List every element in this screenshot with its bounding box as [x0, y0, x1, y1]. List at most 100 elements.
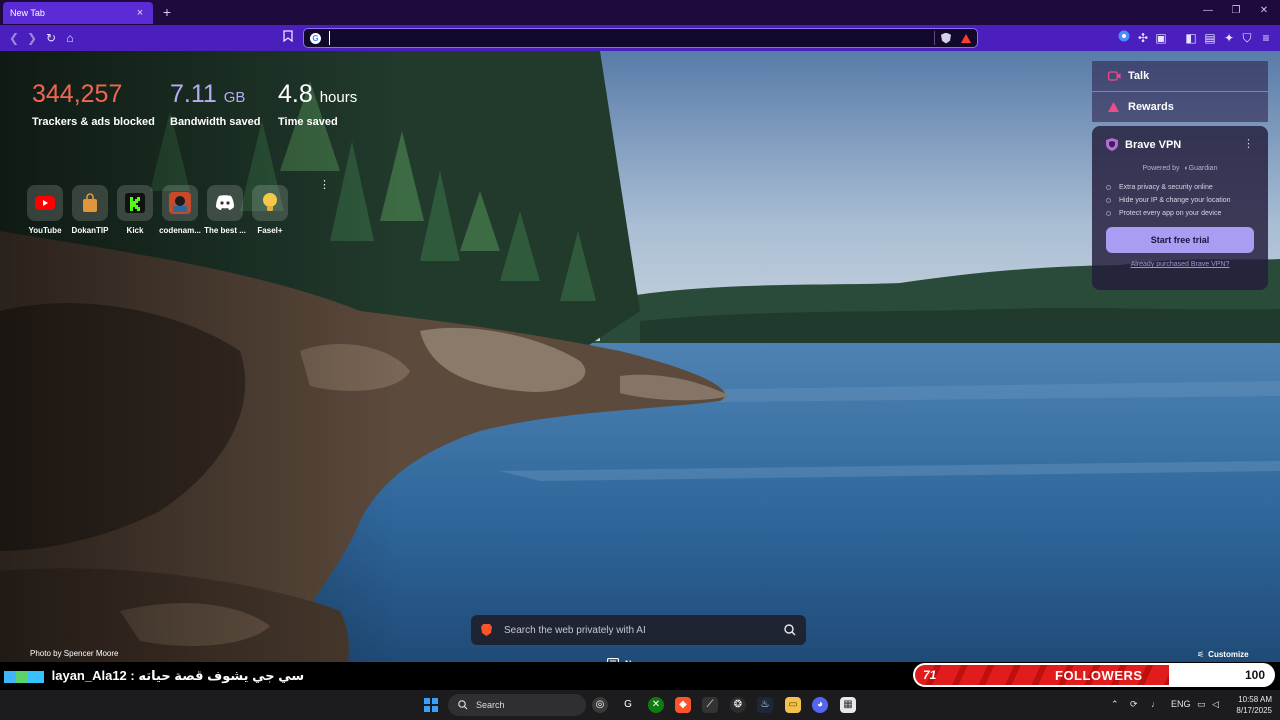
vpn-shield-icon[interactable]: ⛉	[1239, 30, 1255, 46]
brave-rewards-icon[interactable]	[961, 33, 971, 43]
rewards-widget[interactable]: Rewards	[1092, 92, 1268, 122]
minimize-button[interactable]: —	[1198, 5, 1218, 19]
talk-widget[interactable]: Talk	[1092, 61, 1268, 91]
maximize-button[interactable]: ❐	[1226, 5, 1246, 19]
extensions-puzzle-icon[interactable]: ✣	[1135, 30, 1151, 46]
clock-date: 8/17/2025	[1236, 706, 1272, 715]
tab-title: New Tab	[10, 8, 45, 18]
windows-start-icon[interactable]	[424, 698, 438, 712]
tab-new-tab[interactable]: New Tab ×	[3, 2, 153, 24]
app-tool-icon[interactable]: ⟋	[702, 697, 718, 713]
vpn-feature-item: Hide your IP & change your location	[1106, 197, 1254, 204]
brave-logo-icon	[481, 624, 492, 636]
vpn-shield-badge-icon	[1106, 138, 1118, 151]
rewards-triangle-icon	[1108, 102, 1119, 112]
tray-sync-icon[interactable]: ⟳	[1130, 699, 1138, 710]
system-clock[interactable]: 10:58 AM 8/17/2025	[1230, 694, 1272, 716]
tray-network-icon[interactable]: ▭	[1197, 699, 1206, 710]
talk-camera-icon	[1108, 71, 1121, 81]
back-icon[interactable]: ❮	[6, 30, 22, 46]
photo-credit[interactable]: Photo by Spencer Moore	[30, 649, 119, 658]
stat-trackers-value: 344,257	[32, 80, 123, 108]
game-art-icon	[169, 192, 191, 214]
start-free-trial-button[interactable]: Start free trial	[1106, 227, 1254, 253]
discord-icon	[216, 195, 234, 210]
bulb-icon	[263, 193, 277, 211]
windows-taskbar: Search ◎ G ✕ ◆ ⟋ ❂ ♨ ▭ ◕ ▦ ⌃ ⟳ ♩ ENG ▭ ◁…	[0, 690, 1280, 720]
stat-trackers-blocked: 344,257 Trackers & ads blocked	[32, 80, 155, 128]
customize-button[interactable]: ⚟ Customize	[1197, 650, 1249, 659]
youtube-icon	[35, 196, 55, 210]
vpn-powered-by: Powered by ◐Guardian	[1142, 165, 1218, 172]
stat-time-saved: 4.8 hours Time saved	[278, 80, 357, 128]
stat-time-label: Time saved	[278, 116, 338, 128]
brave-browser-icon[interactable]: ◆	[675, 697, 691, 713]
bag-icon	[83, 193, 97, 212]
ai-search-box[interactable]: Search the web privately with AI	[471, 615, 806, 645]
kick-icon	[125, 193, 145, 213]
app-circle-icon[interactable]: ◎	[592, 697, 608, 713]
sliders-icon: ⚟	[1197, 650, 1205, 659]
stat-time-unit: hours	[319, 89, 358, 106]
address-input[interactable]	[329, 31, 928, 45]
chat-message: layan_Ala12 : سي جي يشوف قصة حياته	[4, 668, 304, 684]
vpn-more-icon[interactable]: ⋮	[1243, 137, 1254, 150]
background-photo	[0, 51, 1280, 690]
chat-username: layan_Ala12	[51, 668, 127, 683]
taskbar-search[interactable]: Search	[448, 694, 586, 716]
vpn-feature-item: Protect every app on your device	[1106, 210, 1254, 217]
tray-volume-icon[interactable]: ◁	[1212, 699, 1219, 710]
main-menu-icon[interactable]: ≡	[1258, 30, 1274, 46]
shortcuts-more-icon[interactable]: ⋮	[319, 178, 330, 191]
stat-time-value: 4.8	[278, 80, 313, 108]
followers-count: 71	[923, 668, 937, 682]
tray-mic-icon[interactable]: ♩	[1151, 699, 1160, 709]
tray-chevron-icon[interactable]: ⌃	[1111, 699, 1119, 710]
sidebar-toggle-icon[interactable]: ◧	[1183, 30, 1199, 46]
talk-label: Talk	[1128, 70, 1150, 82]
google-icon: G	[310, 32, 321, 44]
clock-time: 10:58 AM	[1238, 695, 1272, 704]
home-icon[interactable]: ⌂	[62, 30, 78, 46]
app-g-icon[interactable]: G	[620, 697, 636, 713]
steam-icon[interactable]: ♨	[757, 697, 773, 713]
new-tab-page: 344,257 Trackers & ads blocked 7.11 GB B…	[0, 51, 1280, 690]
file-explorer-icon[interactable]: ▭	[785, 697, 801, 713]
followers-label: FOLLOWERS	[1055, 668, 1143, 683]
tab-close-icon[interactable]: ×	[134, 7, 146, 19]
leo-ai-icon[interactable]: ✦	[1221, 30, 1237, 46]
language-indicator[interactable]: ENG	[1171, 699, 1191, 709]
vpn-feature-item: Extra privacy & security online	[1106, 184, 1254, 191]
search-icon	[458, 700, 468, 710]
new-tab-button[interactable]: +	[160, 4, 174, 20]
tab-strip: New Tab × + — ❐ ✕	[0, 0, 1280, 25]
already-purchased-link[interactable]: Already purchased Brave VPN?	[1106, 261, 1254, 268]
extension-blue-icon[interactable]	[1116, 30, 1132, 46]
stat-bandwidth-value: 7.11	[170, 80, 217, 108]
brave-shields-icon[interactable]	[941, 32, 951, 44]
chat-badges-icon	[4, 670, 44, 683]
shortcut-fasel[interactable]: Fasel+	[244, 185, 296, 235]
screenshot-icon[interactable]: ▣	[1153, 30, 1169, 46]
vpn-title: Brave VPN	[1125, 138, 1182, 151]
stat-bandwidth-unit: GB	[223, 89, 246, 106]
taskbar-search-label: Search	[476, 700, 505, 710]
followers-goal-bar: 71 FOLLOWERS 100	[913, 663, 1275, 687]
reload-icon[interactable]: ↻	[43, 30, 59, 46]
brave-vpn-card: Brave VPN ⋮ Powered by ◐Guardian Extra p…	[1092, 126, 1268, 290]
forward-icon[interactable]: ❯	[24, 30, 40, 46]
xbox-icon[interactable]: ✕	[648, 697, 664, 713]
address-bar[interactable]: G	[303, 28, 978, 48]
discord-taskbar-icon[interactable]: ◕	[812, 697, 828, 713]
wallet-icon[interactable]: ▤	[1202, 30, 1218, 46]
app-spider-icon[interactable]: ❂	[730, 697, 746, 713]
followers-goal: 100	[1244, 668, 1265, 682]
rewards-label: Rewards	[1128, 101, 1174, 113]
stat-bandwidth-saved: 7.11 GB Bandwidth saved	[170, 80, 260, 128]
ai-search-placeholder: Search the web privately with AI	[504, 624, 646, 636]
store-icon[interactable]: ▦	[840, 697, 856, 713]
close-window-button[interactable]: ✕	[1254, 5, 1274, 19]
bookmark-icon[interactable]	[280, 30, 296, 46]
search-icon[interactable]	[784, 624, 796, 636]
browser-toolbar: ❮ ❯ ↻ ⌂ G ✣ ▣ ◧ ▤ ✦ ⛉ ≡	[0, 25, 1280, 51]
